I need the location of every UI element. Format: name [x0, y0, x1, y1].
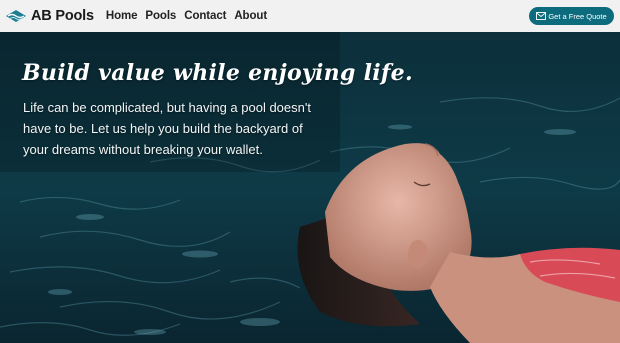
hero-title: Build value while enjoying life. [22, 60, 413, 86]
brand-name: AB Pools [31, 8, 94, 24]
wave-logo-icon [6, 10, 26, 22]
nav-link-contact[interactable]: Contact [184, 10, 226, 22]
nav-link-home[interactable]: Home [106, 10, 138, 22]
nav-link-about[interactable]: About [234, 10, 267, 22]
hero: Build value while enjoying life. Life ca… [0, 32, 620, 343]
nav-links: Home Pools Contact About [106, 10, 275, 22]
hero-text: Life can be complicated, but having a po… [23, 100, 311, 157]
navbar: AB Pools Home Pools Contact About Get a … [0, 0, 620, 32]
brand[interactable]: AB Pools [6, 8, 94, 24]
envelope-icon [536, 12, 547, 20]
get-quote-button[interactable]: Get a Free Quote [529, 7, 614, 25]
nav-link-pools[interactable]: Pools [145, 10, 176, 22]
page: AB Pools Home Pools Contact About Get a … [0, 0, 620, 343]
get-quote-label: Get a Free Quote [548, 11, 607, 21]
